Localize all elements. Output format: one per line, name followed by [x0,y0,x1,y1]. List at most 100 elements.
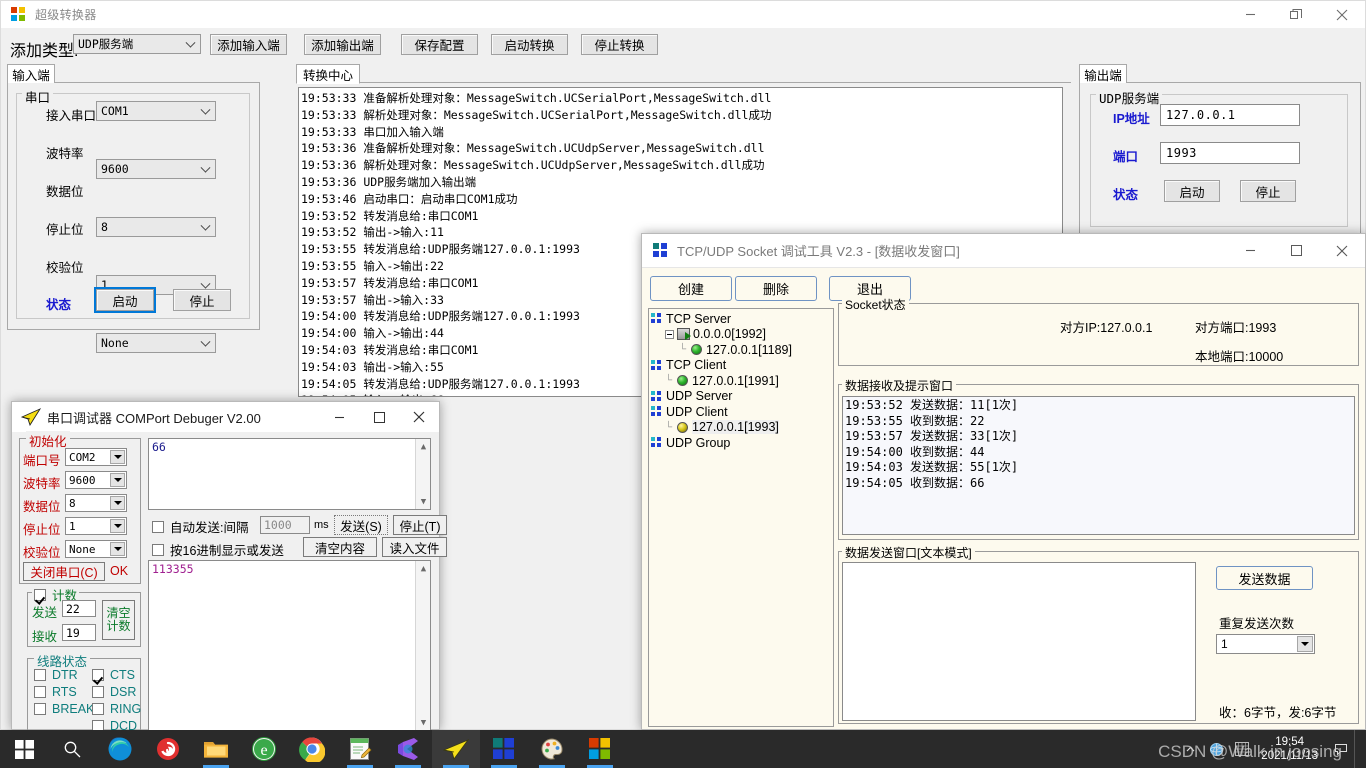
comport-close-button[interactable] [399,402,439,432]
ip-address-input[interactable]: 127.0.0.1 [1160,104,1300,126]
read-file-button[interactable]: 读入文件 [382,537,447,557]
paritybits-select[interactable]: None [96,333,216,353]
output-start-button[interactable]: 启动 [1164,180,1220,202]
serial-port-select[interactable]: COM1 [96,101,216,121]
hex-mode-checkbox[interactable]: 按16进制显示或发送 [152,540,284,559]
send-data-button[interactable]: 发送数据 [1216,566,1313,590]
taskbar-edge[interactable] [96,730,144,768]
chevron-down-icon[interactable]: ▼ [416,715,430,730]
databits-select[interactable]: 8 [96,217,216,237]
taskbar-socket-tool[interactable] [480,730,528,768]
comport-minimize-button[interactable] [319,402,359,432]
port-input[interactable]: 1993 [1160,142,1300,164]
start-button[interactable] [0,730,48,768]
chevron-down-icon[interactable] [110,450,125,464]
send-textarea[interactable] [842,562,1196,721]
taskbar-snail[interactable] [144,730,192,768]
comport-recv-textarea[interactable]: 113355 ▲ ▼ [148,560,431,731]
socket-close-button[interactable] [1319,234,1365,268]
stop-convert-button[interactable]: 停止转换 [581,34,658,55]
network-icon[interactable] [1203,730,1229,768]
search-button[interactable] [48,730,96,768]
chevron-up-icon[interactable]: ▲ [416,439,430,454]
taskbar-comport-debuger[interactable] [432,730,480,768]
tree-node[interactable]: └ 127.0.0.1[1993] [651,420,833,436]
taskbar-explorer[interactable] [192,730,240,768]
send-scrollbar[interactable]: ▲ ▼ [415,439,430,509]
add-output-button[interactable]: 添加输出端 [304,34,381,55]
taskbar-browser-e[interactable]: e [240,730,288,768]
socket-window-titlebar[interactable]: TCP/UDP Socket 调试工具 V2.3 - [数据收发窗口] [642,234,1365,268]
main-close-button[interactable] [1319,1,1365,29]
comport-send-button[interactable]: 发送(S) [334,515,388,535]
baudrate-select[interactable]: 9600 [96,159,216,179]
receive-log-box[interactable]: 19:53:52 发送数据：11[1次] 19:53:55 收到数据：22 19:5… [842,396,1355,535]
comport-titlebar[interactable]: 串口调试器 COMPort Debuger V2.00 [12,402,439,432]
start-convert-button[interactable]: 启动转换 [491,34,568,55]
comport-maximize-button[interactable] [359,402,399,432]
tray-chevron-icon[interactable] [1177,730,1203,768]
clear-count-button[interactable]: 清空 计数 [102,600,135,640]
main-window-titlebar[interactable]: 超级转换器 [1,1,1365,29]
chevron-up-icon[interactable]: ▲ [416,561,430,576]
comport-stop-button[interactable]: 停止(T) [393,515,447,535]
tree-node[interactable]: UDP Client [651,404,833,420]
com-port-select[interactable]: COM2 [65,448,127,466]
notifications-icon[interactable] [1328,730,1354,768]
chevron-down-icon[interactable] [110,519,125,533]
line-state-rts[interactable]: RTS [34,685,77,699]
socket-delete-button[interactable]: 删除 [735,276,817,301]
line-state-dtr[interactable]: DTR [34,668,78,682]
chevron-down-icon[interactable] [110,496,125,510]
close-port-button[interactable]: 关闭串口(C) [23,562,105,581]
chevron-down-icon[interactable] [110,473,125,487]
input-start-button[interactable]: 启动 [94,287,156,313]
collapse-icon[interactable] [665,329,674,339]
main-restore-button[interactable] [1273,1,1319,29]
input-stop-button[interactable]: 停止 [173,289,231,311]
taskbar-super-converter[interactable] [576,730,624,768]
chevron-down-icon[interactable] [1297,636,1313,652]
tree-node[interactable]: 0.0.0.0[1992] [651,327,833,343]
ime-icon[interactable] [1229,730,1255,768]
chevron-down-icon[interactable]: ▼ [416,494,430,509]
taskbar-clock[interactable]: 19:54 2021/11/13 [1255,735,1328,763]
com-parity-select[interactable]: None [65,540,127,558]
socket-create-button[interactable]: 创建 [650,276,732,301]
count-send-value[interactable]: 22 [62,600,96,617]
tab-input[interactable]: 输入端 [7,64,55,84]
taskbar-chrome[interactable] [288,730,336,768]
tree-node[interactable]: └ 127.0.0.1[1189] [651,342,833,358]
tree-node[interactable]: UDP Group [651,435,833,451]
tree-node[interactable]: TCP Client [651,358,833,374]
tab-convert-center[interactable]: 转换中心 [296,64,360,84]
socket-minimize-button[interactable] [1227,234,1273,268]
count-recv-value[interactable]: 19 [62,624,96,641]
show-desktop-button[interactable] [1354,730,1362,768]
comport-send-textarea[interactable]: 66 ▲ ▼ [148,438,431,510]
taskbar-notepad[interactable] [336,730,384,768]
chevron-down-icon[interactable] [110,542,125,556]
com-baud-select[interactable]: 9600 [65,471,127,489]
add-input-button[interactable]: 添加输入端 [210,34,287,55]
socket-connection-tree[interactable]: TCP Server 0.0.0.0[1992] └ 127.0.0.1[1189] T… [648,308,834,727]
main-minimize-button[interactable] [1227,1,1273,29]
taskbar-paint[interactable] [528,730,576,768]
line-state-break[interactable]: BREAK [34,702,94,716]
socket-maximize-button[interactable] [1273,234,1319,268]
recv-scrollbar[interactable]: ▲ ▼ [415,561,430,730]
com-databits-select[interactable]: 8 [65,494,127,512]
tab-output[interactable]: 输出端 [1079,64,1127,84]
taskbar-visualstudio[interactable] [384,730,432,768]
line-state-cts[interactable]: CTS [92,668,135,682]
repeat-count-select[interactable]: 1 [1216,634,1315,654]
add-type-select[interactable]: UDP服务端 [73,34,201,54]
interval-input[interactable]: 1000 [260,516,310,534]
tree-node[interactable]: UDP Server [651,389,833,405]
tree-node[interactable]: TCP Server [651,311,833,327]
line-state-ring[interactable]: RING [92,702,141,716]
clear-content-button[interactable]: 清空内容 [303,537,377,557]
tree-node[interactable]: └ 127.0.0.1[1991] [651,373,833,389]
line-state-dsr[interactable]: DSR [92,685,136,699]
save-config-button[interactable]: 保存配置 [401,34,478,55]
